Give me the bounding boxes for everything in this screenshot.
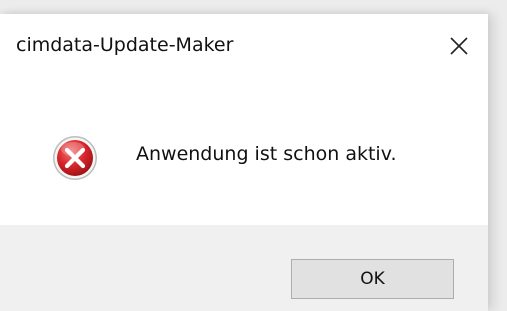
button-bar: OK	[0, 225, 488, 311]
close-button[interactable]	[430, 14, 488, 78]
dialog-content: Anwendung ist schon aktiv.	[0, 78, 488, 225]
title-bar: cimdata-Update-Maker	[0, 14, 488, 78]
ok-button[interactable]: OK	[291, 259, 454, 299]
close-icon	[450, 37, 468, 55]
error-message: Anwendung ist schon aktiv.	[136, 143, 397, 165]
message-dialog: cimdata-Update-Maker Anwendung ist schon…	[0, 14, 488, 311]
window-title: cimdata-Update-Maker	[16, 34, 234, 56]
error-icon	[53, 136, 97, 180]
